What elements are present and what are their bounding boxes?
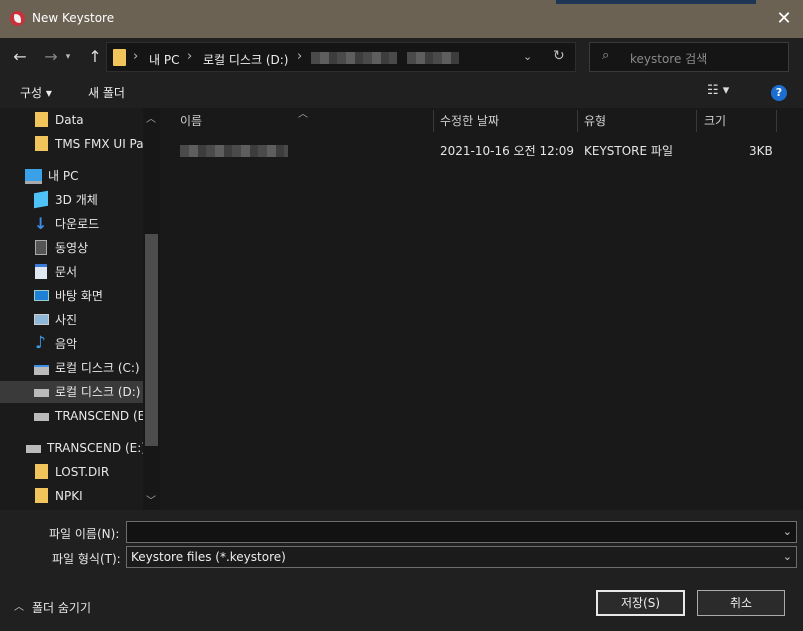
new-folder-button[interactable]: 새 폴더 bbox=[88, 84, 125, 101]
sidebar-item-data[interactable]: Data bbox=[0, 109, 143, 131]
search-icon: ⌕ bbox=[602, 48, 610, 63]
background-strip bbox=[556, 0, 756, 4]
close-button[interactable]: ✕ bbox=[771, 6, 797, 32]
video-icon bbox=[35, 240, 47, 255]
breadcrumb-item-drive-d[interactable]: 로컬 디스크 (D:) bbox=[203, 51, 288, 68]
address-dropdown-icon[interactable]: ⌄ bbox=[523, 50, 532, 63]
folder-icon bbox=[113, 49, 126, 66]
folder-icon bbox=[35, 464, 48, 479]
up-button[interactable]: ↑ bbox=[84, 46, 106, 68]
scroll-up-icon[interactable]: ︿ bbox=[146, 110, 156, 125]
column-divider[interactable] bbox=[776, 110, 777, 132]
drive-icon bbox=[34, 365, 49, 375]
sidebar-item-desktop[interactable]: 바탕 화면 bbox=[0, 285, 143, 307]
cube-icon bbox=[34, 190, 48, 209]
view-options-icon[interactable]: ☷ ▾ bbox=[707, 83, 729, 98]
column-header-size[interactable]: 크기 bbox=[704, 108, 726, 134]
hide-folders-button[interactable]: 폴더 숨기기 bbox=[32, 599, 91, 616]
filetype-select[interactable]: Keystore files (*.keystore) ⌄ bbox=[126, 546, 797, 568]
title-bar: New Keystore ✕ bbox=[0, 0, 803, 38]
breadcrumb-item-pc[interactable]: 내 PC bbox=[149, 51, 179, 68]
back-button[interactable]: ← bbox=[9, 46, 31, 68]
save-form: 파일 이름(N): ⌄ 파일 형식(T): Keystore files (*.… bbox=[0, 510, 803, 631]
filetype-value: Keystore files (*.keystore) bbox=[131, 550, 286, 564]
breadcrumb-separator-icon[interactable]: › bbox=[297, 49, 302, 64]
column-header-name[interactable]: 이름 bbox=[180, 108, 202, 134]
cancel-button[interactable]: 취소 bbox=[697, 590, 785, 616]
redacted-path bbox=[407, 52, 459, 64]
redacted-filename bbox=[180, 145, 288, 157]
recent-locations-chevron-icon[interactable]: ▾ bbox=[62, 46, 74, 68]
file-modified: 2021-10-16 오전 12:09 bbox=[440, 144, 575, 158]
filename-label: 파일 이름(N): bbox=[49, 527, 120, 541]
organize-button[interactable]: 구성 ▾ bbox=[20, 84, 52, 101]
file-list: 이름 ︿ 수정한 날짜 유형 크기 2021-10-16 오전 12:09 KE… bbox=[160, 108, 803, 510]
refresh-icon[interactable]: ↻ bbox=[553, 48, 565, 64]
sidebar-item-this-pc[interactable]: 내 PC bbox=[0, 165, 143, 187]
help-icon[interactable]: ? bbox=[771, 85, 787, 101]
sidebar-item-transcend-e-root[interactable]: TRANSCEND (E:) bbox=[0, 437, 143, 459]
sidebar-scrollbar[interactable]: ︿ ﹀ bbox=[143, 108, 160, 510]
file-type: KEYSTORE 파일 bbox=[584, 144, 673, 158]
sidebar-item-drive-d[interactable]: 로컬 디스크 (D:) bbox=[0, 381, 143, 403]
command-bar: 구성 ▾ 새 폴더 ☷ ▾ ? bbox=[0, 76, 803, 108]
sidebar-item-tms-fmx[interactable]: TMS FMX UI Pac bbox=[0, 133, 143, 155]
drive-icon bbox=[26, 445, 41, 453]
picture-icon bbox=[34, 314, 49, 325]
file-row[interactable]: 2021-10-16 오전 12:09 KEYSTORE 파일 3KB bbox=[160, 140, 803, 162]
sidebar-item-pictures[interactable]: 사진 bbox=[0, 309, 143, 331]
sidebar-item-documents[interactable]: 문서 bbox=[0, 261, 143, 283]
column-divider[interactable] bbox=[696, 110, 697, 132]
column-header-modified[interactable]: 수정한 날짜 bbox=[440, 108, 499, 134]
search-box[interactable]: ⌕ keystore 검색 bbox=[589, 42, 789, 72]
sidebar-item-lost-dir[interactable]: LOST.DIR bbox=[0, 461, 143, 483]
column-divider[interactable] bbox=[577, 110, 578, 132]
sidebar-item-videos[interactable]: 동영상 bbox=[0, 237, 143, 259]
address-bar[interactable]: › 내 PC › 로컬 디스크 (D:) › ⌄ ↻ bbox=[106, 42, 576, 72]
breadcrumb-separator-icon[interactable]: › bbox=[187, 49, 192, 64]
column-divider[interactable] bbox=[433, 110, 434, 132]
sidebar-item-3d-objects[interactable]: 3D 개체 bbox=[0, 189, 143, 211]
sidebar-item-drive-c[interactable]: 로컬 디스크 (C:) bbox=[0, 357, 143, 379]
redacted-path bbox=[311, 52, 397, 64]
file-size: 3KB bbox=[749, 144, 773, 158]
desktop-icon bbox=[34, 290, 49, 301]
folder-icon bbox=[35, 112, 48, 127]
music-icon: ♪ bbox=[35, 333, 46, 353]
folder-icon bbox=[35, 488, 48, 503]
download-icon: ↓ bbox=[34, 214, 48, 233]
navigation-pane: Data TMS FMX UI Pac 내 PC 3D 개체 ↓ 다운로드 동영… bbox=[0, 108, 160, 510]
window-title: New Keystore bbox=[32, 11, 115, 25]
filetype-label: 파일 형식(T): bbox=[52, 552, 121, 566]
filename-input[interactable]: ⌄ bbox=[126, 521, 797, 543]
sort-ascending-icon: ︿ bbox=[298, 109, 308, 120]
sidebar-item-transcend-e[interactable]: TRANSCEND (E:) bbox=[0, 405, 143, 427]
sidebar-item-npki[interactable]: NPKI bbox=[0, 485, 143, 507]
scroll-thumb[interactable] bbox=[145, 234, 158, 446]
drive-icon bbox=[34, 389, 49, 397]
document-icon bbox=[35, 264, 47, 279]
forward-button[interactable]: → bbox=[40, 46, 62, 68]
folder-icon bbox=[35, 136, 48, 151]
chevron-up-icon[interactable]: ︿ bbox=[14, 598, 24, 613]
search-placeholder: keystore 검색 bbox=[630, 52, 708, 66]
navigation-bar: ← → ▾ ↑ › 내 PC › 로컬 디스크 (D:) › ⌄ ↻ ⌕ key… bbox=[0, 38, 803, 76]
app-icon bbox=[10, 11, 25, 26]
chevron-down-icon[interactable]: ⌄ bbox=[783, 547, 792, 567]
scroll-down-icon[interactable]: ﹀ bbox=[146, 492, 156, 507]
save-button[interactable]: 저장(S) bbox=[596, 590, 685, 616]
sidebar-item-downloads[interactable]: ↓ 다운로드 bbox=[0, 213, 143, 235]
sidebar-item-music[interactable]: ♪ 음악 bbox=[0, 333, 143, 355]
breadcrumb-separator-icon[interactable]: › bbox=[133, 49, 138, 64]
computer-icon bbox=[25, 169, 42, 184]
chevron-down-icon[interactable]: ⌄ bbox=[783, 522, 792, 542]
drive-icon bbox=[34, 413, 49, 421]
column-header-type[interactable]: 유형 bbox=[584, 108, 606, 134]
